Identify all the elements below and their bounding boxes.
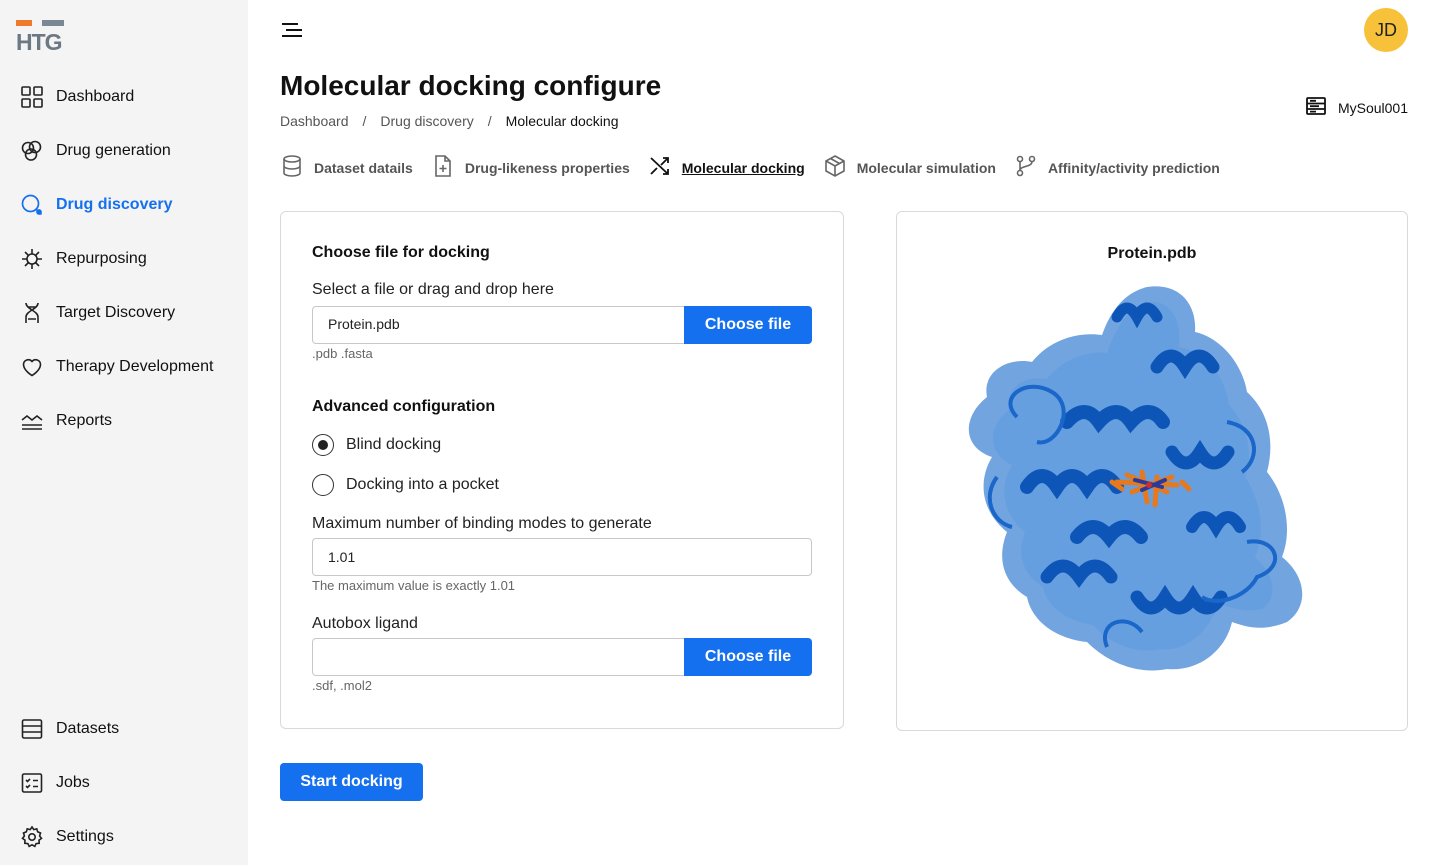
breadcrumb-current: Molecular docking — [505, 113, 619, 129]
breadcrumb-separator: / — [487, 113, 492, 129]
radio-label: Blind docking — [346, 436, 442, 453]
sidebar-item-label: Therapy Development — [56, 358, 214, 375]
logo-text: HTG — [16, 29, 63, 55]
sidebar-item-label: Reports — [56, 412, 113, 429]
sidebar-item-reports[interactable]: Reports — [20, 406, 112, 436]
virus-icon — [20, 247, 44, 271]
tab-label: Drug-likeness properties — [464, 159, 630, 176]
binding-modes-label: Maximum number of binding modes to gener… — [312, 515, 652, 532]
choose-file-button[interactable]: Choose file — [684, 306, 812, 344]
sidebar-item-drug-generation[interactable]: Drug generation — [20, 136, 171, 166]
tab-affinity-prediction[interactable]: Affinity/activity prediction — [1014, 154, 1220, 181]
search-molecule-icon — [20, 193, 44, 217]
file-plus-icon — [431, 154, 455, 181]
autobox-format-hint: .sdf, .mol2 — [312, 678, 372, 693]
docking-form-card: Choose file for docking Select a file or… — [280, 211, 844, 729]
tab-drug-likeness[interactable]: Drug-likeness properties — [431, 154, 630, 181]
protein-preview-card: Protein.pdb — [896, 211, 1408, 731]
server-icon — [1306, 97, 1326, 118]
breadcrumb-dashboard[interactable]: Dashboard — [280, 113, 349, 129]
sidebar-item-label: Repurposing — [56, 250, 147, 267]
workspace-selector[interactable]: MySoul001 — [1306, 97, 1408, 118]
radio-dot — [318, 440, 328, 450]
chart-wave-icon — [20, 409, 44, 433]
breadcrumb: Dashboard / Drug discovery / Molecular d… — [280, 113, 619, 129]
start-docking-button[interactable]: Start docking — [280, 763, 423, 801]
tab-molecular-docking[interactable]: Molecular docking — [648, 154, 805, 181]
page-title: Molecular docking configure — [280, 70, 662, 101]
radio-label: Docking into a pocket — [346, 476, 499, 493]
sidebar-item-datasets[interactable]: Datasets — [20, 714, 119, 744]
sidebar-item-label: Drug generation — [56, 142, 171, 159]
autobox-label: Autobox ligand — [312, 615, 418, 632]
cube-icon — [823, 154, 847, 181]
select-file-label: Select a file or drag and drop here — [312, 281, 554, 298]
preview-title: Protein.pdb — [1107, 245, 1197, 262]
sidebar-item-drug-discovery[interactable]: Drug discovery — [20, 190, 172, 220]
tab-label: Dataset datails — [314, 159, 413, 176]
tab-label: Affinity/activity prediction — [1047, 159, 1220, 176]
sidebar-item-label: Drug discovery — [56, 196, 173, 213]
app: HTG Dashboard Drug generation Drug disco… — [0, 0, 1440, 865]
database-icon — [20, 717, 44, 741]
radio-pocket-docking[interactable]: Docking into a pocket — [312, 474, 499, 496]
protein-structure-image[interactable] — [957, 277, 1347, 682]
logo-orange-bar — [16, 20, 32, 26]
sidebar-item-label: Target Discovery — [56, 304, 176, 321]
breadcrumb-drug-discovery[interactable]: Drug discovery — [380, 113, 473, 129]
step-tabs: Dataset datails Drug-likeness properties… — [280, 154, 1220, 181]
radio-button-unchecked[interactable] — [312, 474, 334, 496]
gear-icon — [20, 825, 44, 849]
radio-button-checked[interactable] — [312, 434, 334, 456]
menu-toggle-icon[interactable] — [280, 20, 304, 40]
binding-modes-hint: The maximum value is exactly 1.01 — [312, 578, 516, 593]
tab-dataset-details[interactable]: Dataset datails — [280, 154, 413, 181]
docking-file-input[interactable]: Protein.pdb — [312, 306, 685, 344]
sidebar: HTG Dashboard Drug generation Drug disco… — [0, 0, 248, 865]
database-icon — [280, 154, 304, 181]
tab-label: Molecular simulation — [856, 159, 996, 176]
binding-modes-input[interactable] — [312, 538, 812, 576]
avatar[interactable]: JD — [1364, 8, 1408, 52]
logo-gray-bar — [42, 20, 64, 26]
radio-blind-docking[interactable]: Blind docking — [312, 434, 441, 456]
autobox-file-input[interactable] — [312, 638, 685, 676]
checklist-icon — [20, 771, 44, 795]
sidebar-item-settings[interactable]: Settings — [20, 822, 114, 852]
workspace-name: MySoul001 — [1337, 99, 1408, 116]
advanced-config-title: Advanced configuration — [312, 398, 496, 415]
dna-icon — [20, 301, 44, 325]
file-format-hint: .pdb .fasta — [312, 346, 373, 361]
sidebar-item-label: Jobs — [56, 774, 90, 791]
htg-logo[interactable]: HTG — [16, 20, 66, 55]
shuffle-icon — [648, 154, 672, 181]
choose-file-title: Choose file for docking — [312, 244, 490, 261]
grid-icon — [20, 85, 44, 109]
breadcrumb-separator: / — [362, 113, 367, 129]
branch-icon — [1014, 154, 1038, 181]
sidebar-item-target-discovery[interactable]: Target Discovery — [20, 298, 175, 328]
sidebar-item-repurposing[interactable]: Repurposing — [20, 244, 147, 274]
sidebar-item-dashboard[interactable]: Dashboard — [20, 82, 134, 112]
sidebar-item-jobs[interactable]: Jobs — [20, 768, 90, 798]
heart-icon — [20, 355, 44, 379]
tab-molecular-simulation[interactable]: Molecular simulation — [823, 154, 996, 181]
sidebar-item-label: Settings — [56, 828, 114, 845]
pill-cluster-icon — [20, 139, 44, 163]
sidebar-item-label: Dashboard — [56, 88, 135, 105]
autobox-choose-file-button[interactable]: Choose file — [684, 638, 812, 676]
sidebar-item-therapy-development[interactable]: Therapy Development — [20, 352, 213, 382]
tab-label: Molecular docking — [681, 159, 805, 176]
sidebar-item-label: Datasets — [56, 720, 120, 737]
